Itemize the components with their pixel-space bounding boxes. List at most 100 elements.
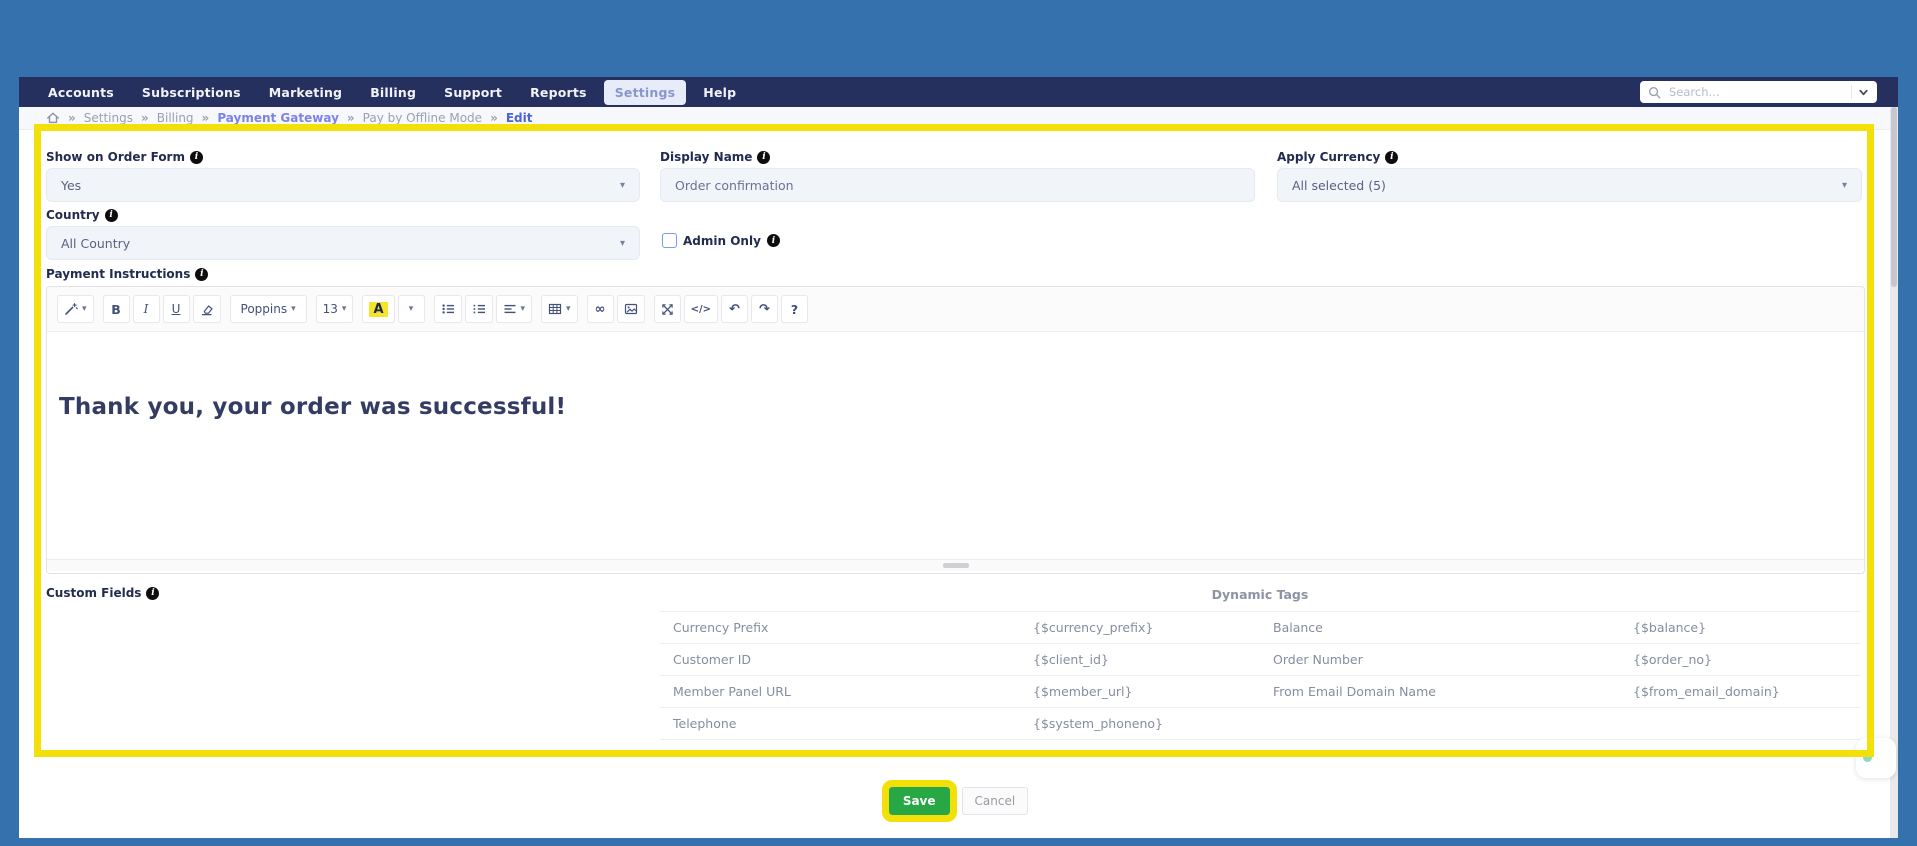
admin-only-checkbox[interactable] xyxy=(662,233,677,248)
redo-button[interactable]: ↷ xyxy=(751,295,778,323)
apply-currency-label: Apply Currencyi xyxy=(1277,150,1398,164)
save-button[interactable]: Save xyxy=(889,787,950,815)
tag-value: {$system_phoneno} xyxy=(1020,716,1260,731)
font-color-icon: A xyxy=(369,302,387,317)
info-icon[interactable]: i xyxy=(190,151,203,164)
editor-resize-bar[interactable] xyxy=(47,559,1864,571)
breadcrumb: » Settings » Billing » Payment Gateway »… xyxy=(19,107,1898,130)
scroll-top-widget[interactable] xyxy=(1856,738,1896,778)
undo-icon: ↶ xyxy=(729,302,740,317)
eraser-icon xyxy=(200,302,214,316)
display-name-input[interactable] xyxy=(660,168,1255,202)
table-icon xyxy=(548,302,562,316)
ordered-list-icon xyxy=(472,302,486,316)
display-name-label: Display Namei xyxy=(660,150,770,164)
code-view-button[interactable]: </> xyxy=(684,295,718,323)
help-button[interactable]: ? xyxy=(781,295,808,323)
redo-icon: ↷ xyxy=(759,302,770,317)
top-navbar: Accounts Subscriptions Marketing Billing… xyxy=(19,77,1898,107)
nav-item-settings[interactable]: Settings xyxy=(604,80,687,105)
chevron-down-icon[interactable] xyxy=(1858,87,1877,98)
editor-text: Thank you, your order was successful! xyxy=(59,394,1852,420)
dynamic-tags-title: Dynamic Tags xyxy=(660,587,1860,602)
more-color-button[interactable]: ▾ xyxy=(398,295,425,323)
admin-only-field: Admin Onlyi xyxy=(662,233,780,248)
table-button[interactable]: ▾ xyxy=(541,295,578,323)
breadcrumb-settings[interactable]: Settings xyxy=(84,111,133,125)
show-on-order-form-label: Show on Order Formi xyxy=(46,150,203,164)
breadcrumb-payment-gateway[interactable]: Payment Gateway xyxy=(217,111,339,125)
align-icon xyxy=(503,302,517,316)
style-magic-button[interactable]: ▾ xyxy=(57,295,94,323)
tag-value: {$from_email_domain} xyxy=(1620,684,1860,699)
info-icon[interactable]: i xyxy=(105,209,118,222)
info-icon[interactable]: i xyxy=(757,151,770,164)
resize-grip-icon xyxy=(943,563,969,568)
tag-value: {$client_id} xyxy=(1020,652,1260,667)
country-label: Countryi xyxy=(46,208,118,222)
nav-item-billing[interactable]: Billing xyxy=(359,80,427,105)
select-caret-icon: ▾ xyxy=(1842,180,1847,191)
font-family-button[interactable]: Poppins ▾ xyxy=(230,295,307,323)
bold-button[interactable]: B xyxy=(103,295,130,323)
tag-name: Order Number xyxy=(1260,652,1620,667)
code-icon: </> xyxy=(691,304,711,315)
tag-name: Customer ID xyxy=(660,652,1020,667)
search-input[interactable] xyxy=(1667,84,1851,100)
image-icon xyxy=(624,302,638,316)
breadcrumb-billing[interactable]: Billing xyxy=(157,111,194,125)
nav-item-help[interactable]: Help xyxy=(692,80,747,105)
widget-dot-icon xyxy=(1863,753,1872,762)
dynamic-tags-table: Currency Prefix {$currency_prefix} Balan… xyxy=(660,611,1860,740)
nav-item-support[interactable]: Support xyxy=(433,80,513,105)
info-icon[interactable]: i xyxy=(146,587,159,600)
tag-name: Balance xyxy=(1260,620,1620,635)
underline-button[interactable]: U xyxy=(163,295,190,323)
paragraph-align-button[interactable]: ▾ xyxy=(496,295,533,323)
tag-value: {$currency_prefix} xyxy=(1020,620,1260,635)
unordered-list-button[interactable] xyxy=(434,295,462,323)
country-select[interactable]: All Country▾ xyxy=(46,226,640,260)
ordered-list-button[interactable] xyxy=(465,295,493,323)
tag-value: {$balance} xyxy=(1620,620,1860,635)
clear-format-button[interactable] xyxy=(193,295,221,323)
payment-instructions-label: Payment Instructionsi xyxy=(46,267,208,281)
table-row: Customer ID {$client_id} Order Number {$… xyxy=(660,644,1860,676)
search-divider xyxy=(1851,85,1852,99)
italic-button[interactable]: I xyxy=(133,295,160,323)
info-icon[interactable]: i xyxy=(195,268,208,281)
scrollbar-thumb[interactable] xyxy=(1891,107,1897,287)
breadcrumb-edit: Edit xyxy=(506,111,533,125)
cancel-button[interactable]: Cancel xyxy=(962,787,1029,815)
info-icon[interactable]: i xyxy=(1385,151,1398,164)
breadcrumb-pay-by-offline-mode[interactable]: Pay by Offline Mode xyxy=(363,111,482,125)
magic-wand-icon xyxy=(64,302,78,316)
info-icon[interactable]: i xyxy=(767,234,780,247)
link-button[interactable]: ∞ xyxy=(587,295,614,323)
tag-value: {$order_no} xyxy=(1620,652,1860,667)
table-row: Telephone {$system_phoneno} xyxy=(660,708,1860,740)
table-row: Member Panel URL {$member_url} From Emai… xyxy=(660,676,1860,708)
font-size-button[interactable]: 13 ▾ xyxy=(316,295,354,323)
apply-currency-select[interactable]: All selected (5)▾ xyxy=(1277,168,1862,202)
nav-item-marketing[interactable]: Marketing xyxy=(258,80,353,105)
font-color-button[interactable]: A xyxy=(362,295,394,323)
search-icon xyxy=(1648,86,1661,99)
app-window: Accounts Subscriptions Marketing Billing… xyxy=(19,77,1898,838)
table-row: Currency Prefix {$currency_prefix} Balan… xyxy=(660,612,1860,644)
tag-name: From Email Domain Name xyxy=(1260,684,1620,699)
show-on-order-form-select[interactable]: Yes▾ xyxy=(46,168,640,202)
vertical-scrollbar[interactable] xyxy=(1890,107,1898,838)
nav-item-subscriptions[interactable]: Subscriptions xyxy=(131,80,252,105)
editor-toolbar: ▾ B I U Poppins ▾ 13 ▾ xyxy=(47,287,1864,332)
nav-item-reports[interactable]: Reports xyxy=(519,80,598,105)
tag-name: Telephone xyxy=(660,716,1020,731)
home-icon[interactable] xyxy=(46,111,60,125)
editor-content-area[interactable]: Thank you, your order was successful! xyxy=(47,332,1864,559)
undo-button[interactable]: ↶ xyxy=(721,295,748,323)
select-caret-icon: ▾ xyxy=(620,238,625,249)
nav-item-accounts[interactable]: Accounts xyxy=(37,80,125,105)
select-caret-icon: ▾ xyxy=(620,180,625,191)
image-button[interactable] xyxy=(617,295,645,323)
fullscreen-button[interactable] xyxy=(654,295,681,323)
